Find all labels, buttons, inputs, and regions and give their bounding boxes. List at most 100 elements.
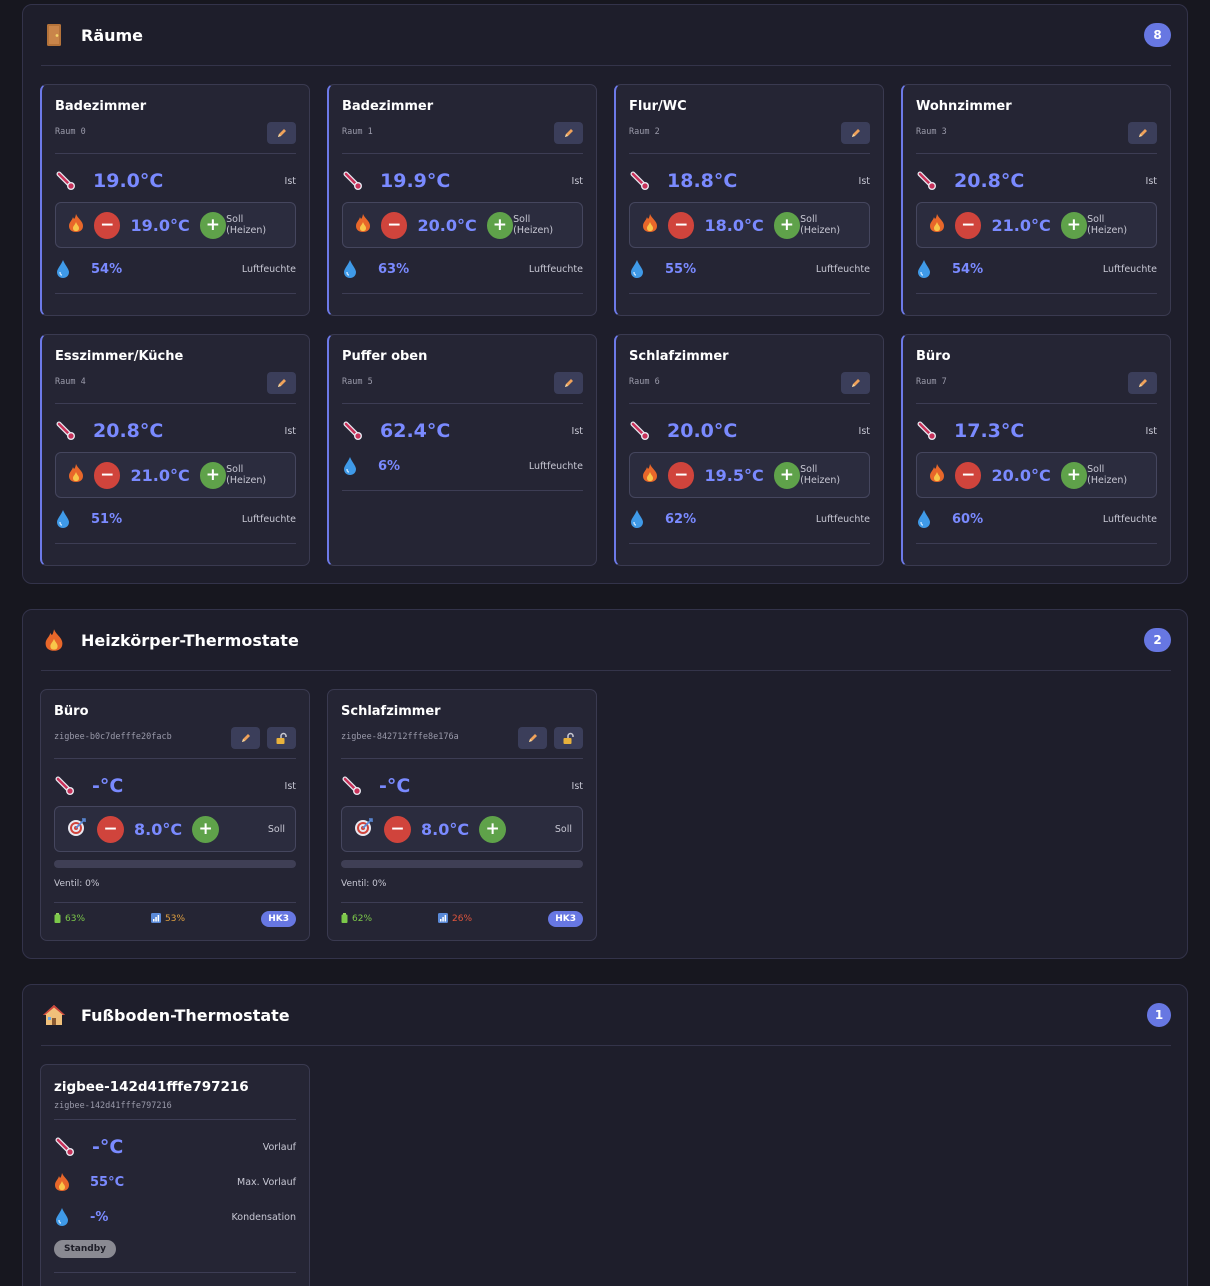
current-temp-row: 19.9°C Ist <box>342 166 583 196</box>
decrease-button[interactable]: − <box>381 211 408 239</box>
edit-button[interactable] <box>841 122 870 144</box>
room-name: Schlafzimmer <box>629 349 729 364</box>
current-temp: -°C <box>379 775 411 797</box>
pencil-icon <box>241 734 250 742</box>
current-temp-label: Ist <box>571 175 583 187</box>
signal-icon <box>438 912 449 926</box>
signal-value: 26% <box>452 914 473 924</box>
increase-button[interactable]: + <box>199 211 227 239</box>
current-temp-row: 20.8°C Ist <box>55 416 296 446</box>
setpoint-control: − 21.0°C + Soll (Heizen) <box>916 202 1157 248</box>
increase-button[interactable]: + <box>486 211 514 239</box>
room-id: Raum 3 <box>916 127 947 137</box>
edit-button[interactable] <box>554 372 583 394</box>
increase-button[interactable]: + <box>199 461 227 489</box>
valve-text: Ventil: 0% <box>341 879 387 889</box>
setpoint-control: − 8.0°C + Soll <box>54 806 296 852</box>
decrease-button[interactable]: − <box>94 461 121 489</box>
edit-button[interactable] <box>267 372 296 394</box>
divider <box>916 293 1157 294</box>
floor-section: Fußboden-Thermostate 1 zigbee-142d41fffe… <box>22 984 1188 1286</box>
setpoint-value: 8.0°C <box>134 819 183 839</box>
unlock-button[interactable] <box>554 727 583 749</box>
decrease-button[interactable]: − <box>97 815 124 843</box>
increase-button[interactable]: + <box>773 211 801 239</box>
rooms-title: Räume <box>81 25 144 45</box>
setpoint-value: 19.0°C <box>130 215 190 235</box>
pencil-icon <box>528 734 537 742</box>
valve-bar <box>54 860 296 868</box>
room-id: Raum 4 <box>55 377 86 387</box>
decrease-button[interactable]: − <box>955 211 982 239</box>
current-temp-row: 20.8°C Ist <box>916 166 1157 196</box>
max-flow-value: 55°C <box>90 1174 125 1190</box>
edit-button[interactable] <box>518 727 547 749</box>
signal-icon <box>151 912 162 926</box>
radiator-card: Büro zigbee-b0c7defffe20facb -°C Ist − 8… <box>40 689 310 941</box>
edit-button[interactable] <box>841 372 870 394</box>
decrease-button[interactable]: − <box>668 461 695 489</box>
pencil-icon <box>564 379 573 387</box>
thermometer-icon <box>341 775 369 797</box>
humidity-label: Luftfeuchte <box>815 513 870 525</box>
thermometer-icon <box>629 170 657 192</box>
setpoint-control: − 21.0°C + Soll (Heizen) <box>55 452 296 498</box>
increase-button[interactable]: + <box>1060 461 1088 489</box>
divider <box>916 153 1157 154</box>
room-name: Puffer oben <box>342 349 428 364</box>
current-temp-label: Ist <box>571 425 583 437</box>
setpoint-value: 21.0°C <box>130 465 190 485</box>
decrease-button[interactable]: − <box>668 211 695 239</box>
room-card: Büro Raum 7 17.3°C Ist − 20.0°C + Soll (… <box>901 334 1171 566</box>
humidity-row: 6% Luftfeuchte <box>342 451 583 481</box>
edit-button[interactable] <box>554 122 583 144</box>
room-id: Raum 6 <box>629 377 660 387</box>
room-id: Raum 2 <box>629 127 660 137</box>
edit-button[interactable] <box>231 727 260 749</box>
thermometer-icon <box>54 1136 82 1158</box>
radiator-title: Heizkörper-Thermostate <box>81 630 299 650</box>
setpoint-label: Soll (Heizen) <box>1087 464 1128 486</box>
current-temp-label: Ist <box>284 780 296 792</box>
droplet-icon <box>55 259 83 279</box>
unlock-button[interactable] <box>267 727 296 749</box>
current-temp-label: Ist <box>1145 425 1157 437</box>
battery-value: 63% <box>65 914 86 924</box>
setpoint-control: − 18.0°C + Soll (Heizen) <box>629 202 870 248</box>
condensation-label: Kondensation <box>231 1211 296 1223</box>
increase-button[interactable]: + <box>773 461 801 489</box>
droplet-icon <box>629 259 657 279</box>
decrease-button[interactable]: − <box>384 815 411 843</box>
divider <box>341 902 583 903</box>
current-temp: 19.9°C <box>380 170 451 192</box>
humidity-value: 54% <box>91 261 123 277</box>
humidity-label: Luftfeuchte <box>1102 513 1157 525</box>
divider <box>341 758 583 759</box>
increase-button[interactable]: + <box>1060 211 1088 239</box>
humidity-row: 55% Luftfeuchte <box>629 254 870 284</box>
divider <box>629 293 870 294</box>
current-temp: 20.0°C <box>667 420 738 442</box>
rooms-header: Räume 8 <box>41 5 1171 66</box>
flame-icon <box>68 463 84 487</box>
edit-button[interactable] <box>1128 372 1157 394</box>
edit-button[interactable] <box>1128 122 1157 144</box>
droplet-icon <box>342 259 370 279</box>
increase-button[interactable]: + <box>479 815 507 843</box>
increase-button[interactable]: + <box>192 815 220 843</box>
pencil-icon <box>1138 379 1147 387</box>
floor-header: Fußboden-Thermostate 1 <box>41 985 1171 1046</box>
unlock-icon <box>563 732 574 744</box>
current-temp-label: Ist <box>858 425 870 437</box>
setpoint-value: 21.0°C <box>991 215 1051 235</box>
current-temp-label: Ist <box>571 780 583 792</box>
edit-button[interactable] <box>267 122 296 144</box>
decrease-button[interactable]: − <box>94 211 121 239</box>
divider <box>342 293 583 294</box>
pencil-icon <box>564 129 573 137</box>
target-icon <box>354 817 374 841</box>
droplet-icon <box>916 259 944 279</box>
humidity-row: 51% Luftfeuchte <box>55 504 296 534</box>
decrease-button[interactable]: − <box>955 461 982 489</box>
divider <box>342 403 583 404</box>
